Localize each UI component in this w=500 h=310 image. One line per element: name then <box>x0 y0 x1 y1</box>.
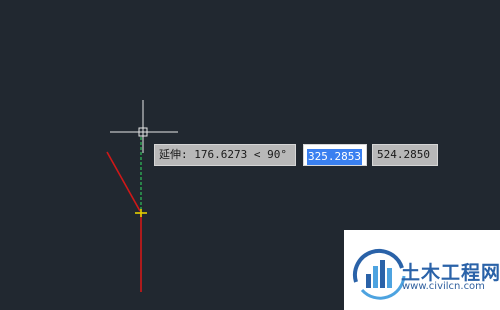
watermark-logo: 土木工程网 www.civilcn.com <box>344 230 500 310</box>
drawing-canvas[interactable]: 延伸: 176.6273 < 90° 325.2853 524.2850 土木工… <box>0 0 500 310</box>
red-diagonal-line[interactable] <box>106 151 141 212</box>
watermark-url: www.civilcn.com <box>402 281 485 292</box>
length-input-field[interactable]: 325.2853 <box>303 144 367 166</box>
secondary-value-field[interactable]: 524.2850 <box>372 144 438 166</box>
command-tooltip: 延伸: 176.6273 < 90° <box>154 144 296 166</box>
length-input-selected-text[interactable]: 325.2853 <box>307 149 362 165</box>
endpoint-snap-icon <box>135 209 147 217</box>
civilcn-logo-icon <box>352 248 406 300</box>
